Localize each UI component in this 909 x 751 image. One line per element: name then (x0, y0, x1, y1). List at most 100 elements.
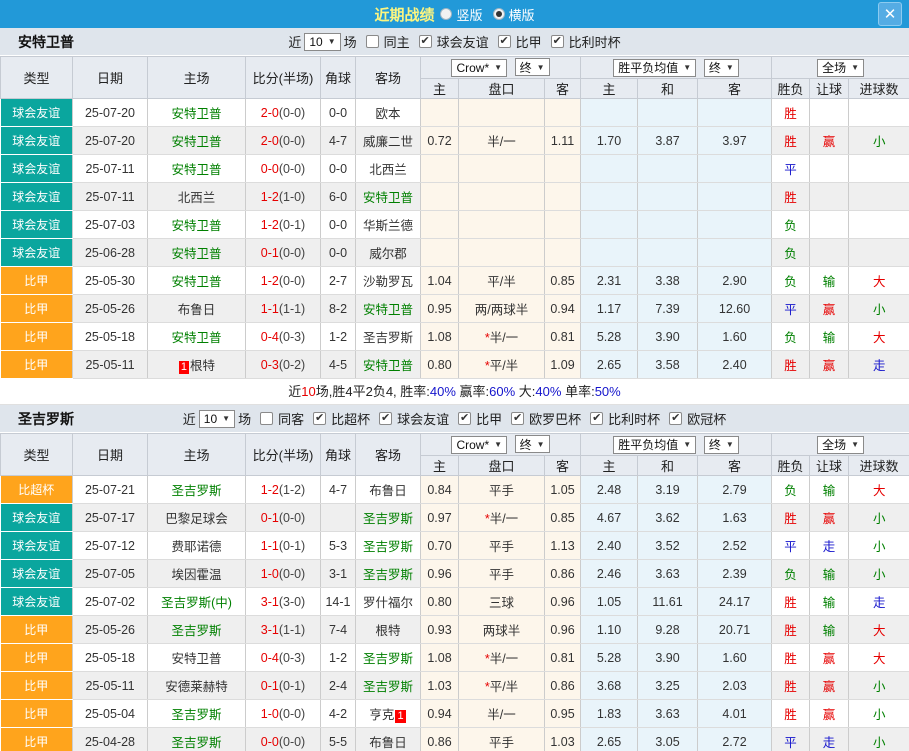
match-count-dropdown[interactable]: 10▼ (199, 410, 235, 428)
match-row: 比超杯25-07-21圣吉罗斯1-2(1-2)4-7布鲁日0.84平手1.052… (1, 476, 909, 504)
summary-line: 近10场,胜4平2负4, 胜率:40% 赢率:60% 大:40% 单率:50% (0, 379, 909, 405)
odds-source-dropdown[interactable]: Crow*▼ (451, 436, 507, 454)
avg-draw-cell (638, 239, 698, 267)
score-value: 1-1 (261, 302, 279, 316)
layout-radio-option[interactable]: 竖版 (440, 5, 482, 24)
corner-cell: 4-5 (321, 351, 356, 379)
rank-badge: 1 (179, 361, 189, 374)
league-checkbox[interactable] (590, 412, 603, 425)
avg-draw-cell (638, 155, 698, 183)
handicap-result-cell-label: 输 (823, 568, 836, 582)
result-cell: 负 (772, 323, 810, 351)
away-team-cell: 圣吉罗斯 (356, 532, 421, 560)
odds-home-cell: 1.08 (421, 644, 459, 672)
date-cell: 25-07-12 (73, 532, 148, 560)
league-label: 比利时杯 (569, 32, 621, 51)
layout-radio-option[interactable]: 横版 (493, 5, 535, 24)
match-row: 球会友谊25-07-11北西兰1-2(1-0)6-0安特卫普胜 (1, 183, 909, 211)
scope-dropdown[interactable]: 全场▼ (817, 59, 864, 77)
score-value: 1-0 (261, 567, 279, 581)
corner-cell: 0-0 (321, 155, 356, 183)
avg-dropdown[interactable]: 胜平负均值▼ (613, 436, 696, 454)
team-name: 安特卫普 (18, 32, 74, 52)
league-checkbox[interactable] (511, 412, 524, 425)
match-row: 球会友谊25-07-20安特卫普2-0(0-0)4-7威廉二世0.72半/一1.… (1, 127, 909, 155)
handicap-result-cell (810, 155, 849, 183)
scope-dropdown[interactable]: 全场▼ (817, 436, 864, 454)
score-cell: 3-1(3-0) (246, 588, 321, 616)
games-label: 场 (344, 32, 357, 51)
handicap-result-cell-label: 走 (823, 736, 836, 750)
type-cell: 球会友谊 (1, 183, 73, 211)
league-label: 欧罗巴杯 (529, 409, 581, 428)
avg-away-cell: 1.60 (698, 323, 772, 351)
table-header: 类型 日期 主场 比分(半场) 角球 客场 Crow*▼ 终▼ 胜平负均值▼ 终… (1, 57, 909, 99)
score-cell: 1-2(0-1) (246, 211, 321, 239)
league-checkbox[interactable] (313, 412, 326, 425)
handicap-result-cell-label: 走 (823, 540, 836, 554)
date-cell: 25-07-11 (73, 183, 148, 211)
radio-icon[interactable] (440, 8, 452, 20)
radio-icon[interactable] (493, 8, 505, 20)
col-handicap-result: 让球 (810, 456, 849, 476)
goals-result-cell: 小 (849, 728, 909, 751)
team-label: 圣吉罗斯(中) (161, 596, 232, 610)
team-label: 安特卫普 (171, 107, 221, 121)
date-cell: 25-07-05 (73, 560, 148, 588)
avg-home-cell: 4.67 (581, 504, 638, 532)
avg-final-dropdown[interactable]: 终▼ (704, 436, 739, 454)
team-label: 圣吉罗斯 (363, 331, 413, 345)
home-team-cell: 圣吉罗斯 (148, 616, 246, 644)
odds-source-dropdown[interactable]: Crow*▼ (451, 59, 507, 77)
odds-away-cell: 0.96 (545, 616, 581, 644)
score-cell: 0-0(0-0) (246, 155, 321, 183)
odds-final-dropdown[interactable]: 终▼ (515, 58, 550, 76)
close-icon[interactable]: ✕ (878, 2, 902, 26)
near-label: 近 (288, 32, 301, 51)
avg-final-dropdown[interactable]: 终▼ (704, 59, 739, 77)
home-team-cell: 费耶诺德 (148, 532, 246, 560)
team-label: 圣吉罗斯 (363, 540, 413, 554)
goals-result-cell-label: 大 (873, 624, 886, 638)
match-count-dropdown[interactable]: 10▼ (304, 33, 340, 51)
avg-home-cell (581, 211, 638, 239)
league-checkbox[interactable] (669, 412, 682, 425)
handicap-cell (459, 239, 545, 267)
date-cell: 25-05-18 (73, 323, 148, 351)
score-cell: 0-1(0-1) (246, 672, 321, 700)
score-cell: 1-2(1-2) (246, 476, 321, 504)
league-checkbox[interactable] (379, 412, 392, 425)
match-row: 比甲25-05-30安特卫普1-2(0-0)2-7沙勒罗瓦1.04平/半0.85… (1, 267, 909, 295)
halftime-score: (1-2) (279, 483, 305, 497)
score-cell: 0-1(0-0) (246, 504, 321, 532)
date-cell: 25-07-21 (73, 476, 148, 504)
col-handicap-result: 让球 (810, 79, 849, 99)
handicap-result-cell: 赢 (810, 700, 849, 728)
league-checkbox[interactable] (458, 412, 471, 425)
same-venue-checkbox[interactable] (260, 412, 273, 425)
team-label: 威廉二世 (363, 135, 413, 149)
result-cell-label: 胜 (784, 596, 797, 610)
league-label: 比甲 (476, 409, 502, 428)
summary-part: 大: (515, 384, 535, 399)
away-team-cell: 布鲁日 (356, 476, 421, 504)
team-label: 布鲁日 (369, 484, 407, 498)
col-odds-home: 主 (421, 456, 459, 476)
handicap-result-cell: 赢 (810, 504, 849, 532)
league-checkbox[interactable] (551, 35, 564, 48)
result-cell: 胜 (772, 644, 810, 672)
odds-final-dropdown[interactable]: 终▼ (515, 435, 550, 453)
avg-dropdown[interactable]: 胜平负均值▼ (613, 59, 696, 77)
halftime-score: (0-0) (279, 134, 305, 148)
same-venue-checkbox[interactable] (366, 35, 379, 48)
league-checkbox[interactable] (419, 35, 432, 48)
home-team-cell: 1根特 (148, 351, 246, 379)
league-checkbox[interactable] (498, 35, 511, 48)
halftime-score: (0-0) (279, 274, 305, 288)
avg-draw-cell: 3.90 (638, 323, 698, 351)
home-team-cell: 北西兰 (148, 183, 246, 211)
avg-home-cell: 5.28 (581, 323, 638, 351)
date-cell: 25-07-20 (73, 127, 148, 155)
avg-draw-cell: 3.63 (638, 560, 698, 588)
score-value: 3-1 (261, 595, 279, 609)
